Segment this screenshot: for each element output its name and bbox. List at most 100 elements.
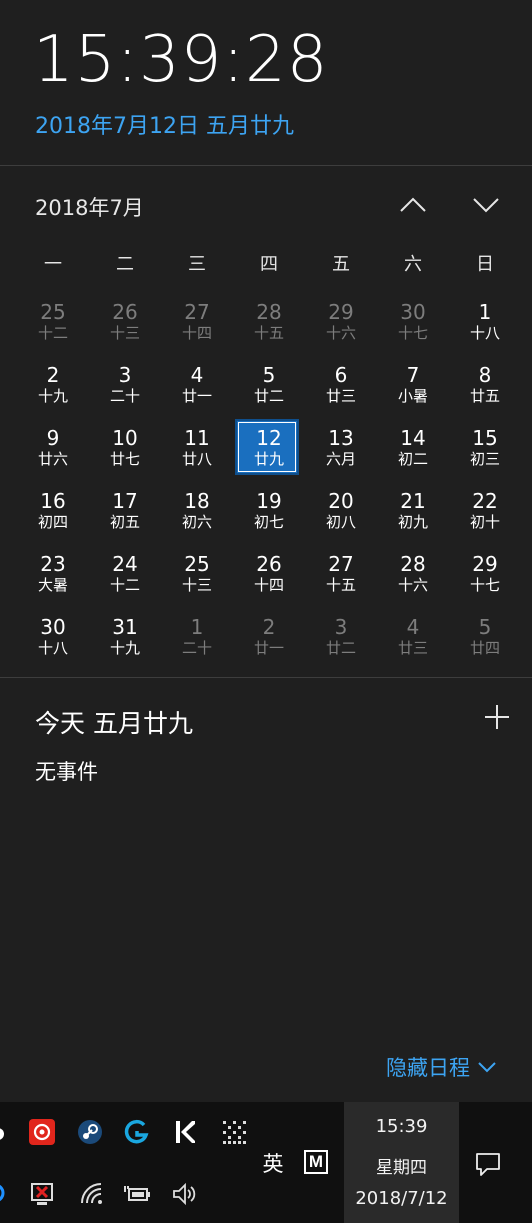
lunar-date: 十七	[469, 576, 500, 594]
battery-charging-icon[interactable]	[122, 1180, 152, 1208]
logitech-g-icon[interactable]	[123, 1118, 151, 1146]
no-events-text: 无事件	[35, 760, 98, 784]
calendar-day[interactable]: 11 廿八	[161, 423, 233, 486]
lunar-date: 二十	[181, 639, 212, 657]
calendar-day[interactable]: 9 廿六	[17, 423, 89, 486]
partial-blue-icon[interactable]	[0, 1182, 6, 1204]
hide-agenda-label: 隐藏日程	[386, 1056, 470, 1080]
lunar-date: 大暑	[37, 576, 68, 594]
volume-icon[interactable]	[170, 1180, 198, 1208]
weekday-label: 一	[44, 254, 62, 275]
ime-language-indicator[interactable]: 英	[258, 1148, 288, 1178]
lunar-date: 十八	[37, 639, 68, 657]
calendar-day[interactable]: 26 十四	[233, 549, 305, 612]
next-month-button[interactable]	[466, 190, 506, 220]
add-event-button[interactable]	[483, 703, 511, 731]
calendar-day[interactable]: 31 十九	[89, 612, 161, 675]
lunar-date: 初四	[37, 513, 68, 531]
lunar-date: 廿一	[253, 639, 284, 657]
calendar-day[interactable]: 21 初九	[377, 486, 449, 549]
calendar-day[interactable]: 1 十八	[449, 297, 521, 360]
lunar-date: 十五	[325, 576, 356, 594]
calendar-day[interactable]: 27 十五	[305, 549, 377, 612]
lunar-date: 十六	[397, 576, 428, 594]
calendar-day[interactable]: 5 廿四	[449, 612, 521, 675]
calendar-day[interactable]: 22 初十	[449, 486, 521, 549]
taskbar-weekday: 星期四	[376, 1158, 427, 1178]
weekday-label: 日	[476, 254, 494, 275]
calendar-day[interactable]: 27 十四	[161, 297, 233, 360]
day-number: 26	[256, 552, 282, 576]
calendar-day[interactable]: 15 初三	[449, 423, 521, 486]
day-number: 23	[40, 552, 66, 576]
chevron-down-icon	[478, 1062, 496, 1073]
lunar-date: 廿二	[325, 639, 356, 657]
calendar-day[interactable]: 26 十三	[89, 297, 161, 360]
network-error-icon[interactable]	[28, 1180, 56, 1208]
full-date-link[interactable]: 2018年7月12日 五月廿九	[35, 108, 294, 140]
netease-music-icon[interactable]	[28, 1118, 56, 1146]
calendar-day[interactable]: 3 廿二	[305, 612, 377, 675]
ime-mode-indicator[interactable]: M	[304, 1150, 328, 1174]
day-number: 14	[400, 426, 426, 450]
action-center-button[interactable]	[474, 1150, 502, 1178]
day-number: 15	[472, 426, 498, 450]
calendar-day[interactable]: 19 初七	[233, 486, 305, 549]
day-number: 28	[256, 300, 282, 324]
previous-month-button[interactable]	[393, 190, 433, 220]
lunar-date: 廿四	[469, 639, 500, 657]
day-number: 27	[184, 300, 210, 324]
calendar-day[interactable]: 25 十三	[161, 549, 233, 612]
calendar-day[interactable]: 2 十九	[17, 360, 89, 423]
calendar-day[interactable]: 29 十七	[449, 549, 521, 612]
calendar-day[interactable]: 16 初四	[17, 486, 89, 549]
calendar-day[interactable]: 2 廿一	[233, 612, 305, 675]
steam-icon[interactable]	[76, 1118, 104, 1146]
calendar-day[interactable]: 28 十五	[233, 297, 305, 360]
chevron-down-icon	[473, 198, 499, 213]
lunar-date: 廿七	[109, 450, 140, 468]
calendar-day[interactable]: 25 十二	[17, 297, 89, 360]
hide-agenda-button[interactable]: 隐藏日程	[386, 1052, 496, 1082]
dotted-grid-icon[interactable]	[220, 1118, 248, 1146]
day-number: 9	[46, 426, 60, 450]
calendar-day[interactable]: 4 廿三	[377, 612, 449, 675]
calendar-day[interactable]: 18 初六	[161, 486, 233, 549]
calendar-day[interactable]: 14 初二	[377, 423, 449, 486]
calendar-day[interactable]: 13 六月	[305, 423, 377, 486]
day-number: 7	[406, 363, 420, 387]
app-k-icon[interactable]	[172, 1118, 198, 1146]
lunar-date: 廿九	[253, 450, 284, 468]
day-number: 29	[328, 300, 354, 324]
lunar-date: 初十	[469, 513, 500, 531]
calendar-day[interactable]: 8 廿五	[449, 360, 521, 423]
calendar-day[interactable]: 28 十六	[377, 549, 449, 612]
calendar-day[interactable]: 17 初五	[89, 486, 161, 549]
calendar-day[interactable]: 1 二十	[161, 612, 233, 675]
calendar-day[interactable]: 24 十二	[89, 549, 161, 612]
calendar-day[interactable]: 23 大暑	[17, 549, 89, 612]
day-number: 26	[112, 300, 138, 324]
calendar-day[interactable]: 7 小暑	[377, 360, 449, 423]
calendar-day[interactable]: 4 廿一	[161, 360, 233, 423]
day-number: 10	[112, 426, 138, 450]
calendar-day[interactable]: 3 二十	[89, 360, 161, 423]
wifi-icon[interactable]	[78, 1180, 106, 1208]
calendar-day[interactable]: 29 十六	[305, 297, 377, 360]
calendar-day[interactable]: 10 廿七	[89, 423, 161, 486]
weekday-label: 三	[188, 254, 206, 275]
calendar-day[interactable]: 5 廿二	[233, 360, 305, 423]
calendar-day[interactable]: 6 廿三	[305, 360, 377, 423]
lunar-date: 十二	[109, 576, 140, 594]
day-number: 2	[46, 363, 60, 387]
calendar-day-today[interactable]: 12 廿九	[233, 419, 305, 486]
calendar-day[interactable]: 30 十七	[377, 297, 449, 360]
partial-app-icon[interactable]	[0, 1124, 8, 1144]
calendar-day[interactable]: 30 十八	[17, 612, 89, 675]
month-label[interactable]: 2018年7月	[35, 192, 144, 222]
lunar-date: 十九	[109, 639, 140, 657]
taskbar-time: 15:39	[375, 1116, 428, 1137]
calendar-day[interactable]: 20 初八	[305, 486, 377, 549]
day-number: 25	[184, 552, 210, 576]
taskbar-clock[interactable]: 15:39 星期四 2018/7/12	[344, 1102, 459, 1223]
